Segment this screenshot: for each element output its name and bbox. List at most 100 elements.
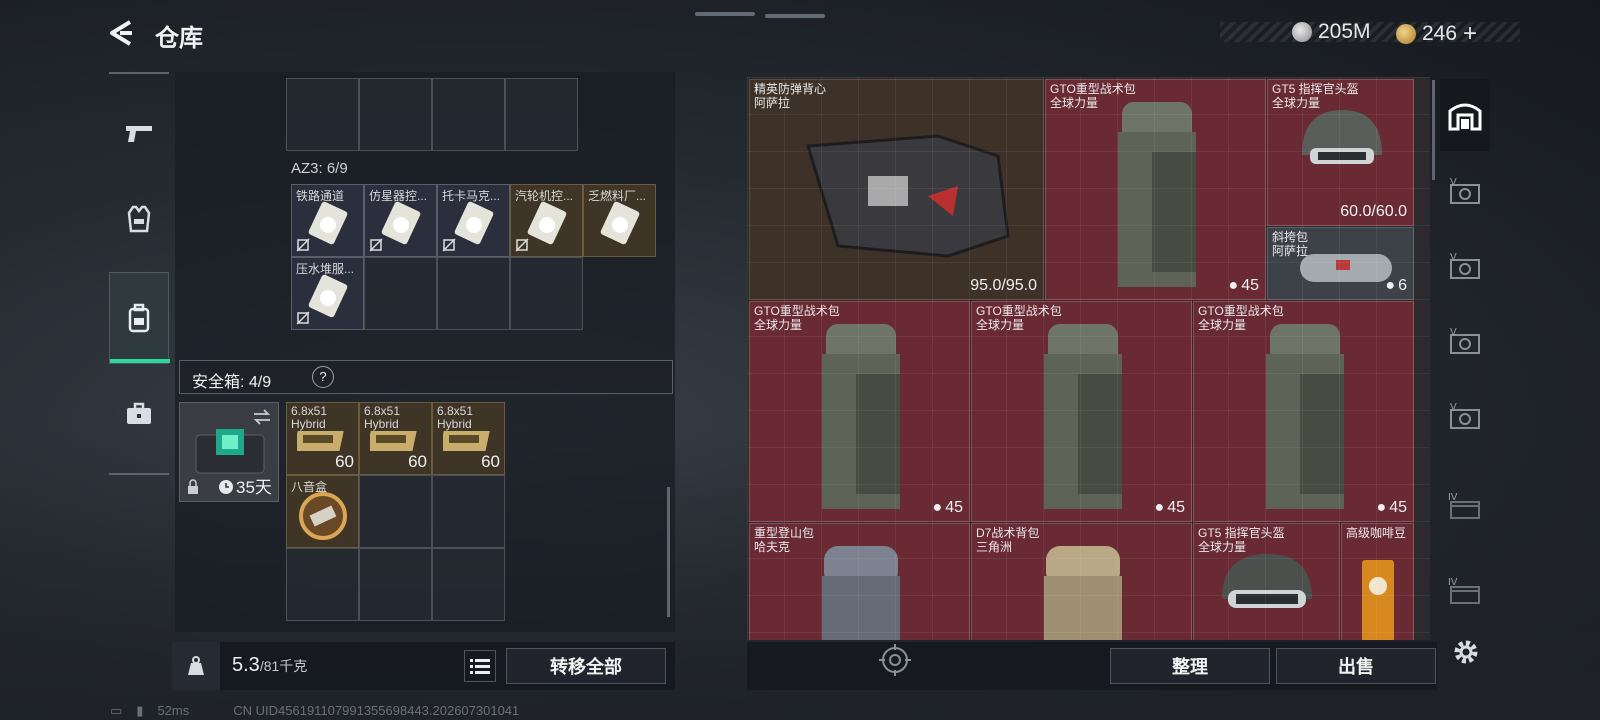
help-button[interactable]: ? — [312, 366, 334, 388]
storage-item-backpack[interactable]: D7战术背包 三角洲 — [971, 523, 1192, 640]
music-box-icon — [299, 492, 347, 540]
storage-item-backpack[interactable]: GTO重型战术包 全球力量 ● 45 — [1193, 301, 1414, 522]
empty-slot[interactable] — [359, 548, 432, 621]
music-box-item[interactable]: 八音盒 — [286, 475, 359, 548]
stash-iv-button[interactable]: IV — [1440, 557, 1490, 629]
empty-slot[interactable] — [432, 548, 505, 621]
weight-icon — [188, 656, 204, 675]
empty-slot[interactable] — [286, 548, 359, 621]
backpack-footer: 5.3/81千克 转移全部 — [172, 642, 675, 690]
item-durability: 60.0/60.0 — [1340, 203, 1407, 220]
storage-item-backpack[interactable]: GTO重型战术包 全球力量 ● 45 — [1045, 79, 1266, 300]
keycard-icon — [454, 201, 494, 245]
item-name: D7战术背包 三角洲 — [976, 526, 1040, 554]
item-count: 60 — [408, 452, 427, 471]
left-tab-rail — [109, 72, 170, 475]
empty-slot[interactable] — [505, 78, 578, 151]
empty-slot[interactable] — [510, 257, 583, 330]
storage-item-sling-bag[interactable]: 斜挎包 阿萨拉 ● 6 — [1267, 227, 1414, 300]
empty-slot[interactable] — [286, 78, 359, 151]
sell-button[interactable]: 出售 — [1276, 648, 1436, 684]
storage-item-helmet[interactable]: GT5 指挥官头盔 全球力量 60.0/60.0 — [1267, 79, 1414, 226]
storage-scrollbar[interactable] — [1432, 80, 1435, 180]
keycard-item[interactable]: 仿星器控... — [364, 184, 437, 257]
stash-iv-button[interactable]: IV — [1440, 472, 1490, 544]
weight-box — [172, 642, 220, 690]
storage-item-backpack[interactable]: GTO重型战术包 全球力量 ● 45 — [971, 301, 1192, 522]
ammo-box-icon — [370, 431, 417, 451]
status-bar: ▭ ▮ 52ms CN UID456191107991355698443.202… — [110, 703, 519, 719]
backpack-panel: AZ3: 6/9 铁路通道 仿星器控... 托卡马克... 汽轮机控... 乏燃… — [175, 72, 675, 632]
stash-v-button[interactable]: V — [1440, 157, 1490, 229]
safe-box-label: 安全箱: 4/9 — [192, 374, 272, 391]
add-currency-button[interactable]: + — [1463, 20, 1477, 48]
coffee-bag-icon — [1362, 560, 1394, 640]
empty-slot[interactable] — [359, 475, 432, 548]
stash-main-button[interactable] — [1440, 79, 1490, 151]
item-count: ● 45 — [1376, 499, 1407, 516]
storage-item-backpack[interactable]: GTO重型战术包 全球力量 ● 45 — [749, 301, 970, 522]
no-trade-icon — [369, 238, 383, 252]
empty-slot[interactable] — [437, 257, 510, 330]
empty-slot[interactable] — [432, 475, 505, 548]
sling-bag-icon — [1300, 254, 1392, 282]
lock-icon — [188, 479, 198, 494]
settings-button[interactable] — [1450, 636, 1482, 668]
backpack-scrollbar[interactable] — [667, 487, 670, 617]
target-button[interactable] — [877, 642, 913, 678]
back-button[interactable] — [106, 16, 140, 50]
weight-bag-icon: ● — [1385, 277, 1396, 294]
keycard-icon — [527, 201, 567, 245]
item-name: 精英防弹背心 阿萨拉 — [754, 82, 827, 110]
helmet-icon — [1302, 110, 1382, 164]
currency-silver: 205M — [1292, 20, 1371, 44]
transfer-all-button[interactable]: 转移全部 — [506, 648, 666, 684]
storage-home-icon — [1448, 103, 1482, 131]
storage-item-helmet[interactable]: GT5 指挥官头盔 全球力量 — [1193, 523, 1340, 640]
stash-tier-label: V — [1450, 177, 1457, 188]
list-view-button[interactable] — [464, 650, 496, 682]
no-trade-icon — [442, 238, 456, 252]
swap-icon[interactable] — [252, 409, 272, 425]
ammo-item[interactable]: 6.8x51 Hybrid 60 — [359, 402, 432, 475]
keycard-item[interactable]: 乏燃料厂... — [583, 184, 656, 257]
safe-box-container[interactable]: 35天 — [179, 402, 279, 502]
currency-gold[interactable]: 246 + — [1396, 20, 1477, 48]
storage-item-backpack[interactable]: 重型登山包 哈夫克 — [749, 523, 970, 640]
item-count: ● 45 — [932, 499, 963, 516]
tab-armor[interactable] — [109, 179, 169, 259]
keycard-item[interactable]: 压水堆服... — [291, 257, 364, 330]
storage-item-coffee[interactable]: 高级咖啡豆 — [1341, 523, 1414, 640]
keycard-item[interactable]: 托卡马克... — [437, 184, 510, 257]
ammo-item[interactable]: 6.8x51 Hybrid 60 — [432, 402, 505, 475]
briefcase-icon — [127, 402, 151, 424]
stash-v-button[interactable]: V — [1440, 382, 1490, 454]
storage-item-vest[interactable]: 精英防弹背心 阿萨拉 95.0/95.0 — [749, 79, 1044, 300]
vest-icon — [127, 205, 151, 233]
mountain-backpack-icon — [822, 546, 900, 640]
currency-silver-value: 205M — [1318, 20, 1371, 43]
item-count: 60 — [481, 452, 500, 471]
sort-button[interactable]: 整理 — [1110, 648, 1270, 684]
stash-v-button[interactable]: V — [1440, 307, 1490, 379]
keycard-item[interactable]: 汽轮机控... — [510, 184, 583, 257]
ping-readout: 52ms — [157, 703, 190, 718]
safe-box-duration: 35天 — [236, 478, 272, 497]
keycard-item[interactable]: 铁路通道 — [291, 184, 364, 257]
pistol-icon — [126, 126, 152, 142]
stash-tier-label: V — [1450, 252, 1457, 263]
keycard-icon — [381, 201, 421, 245]
stash-tier-label: V — [1450, 402, 1457, 413]
tab-backpack[interactable] — [109, 272, 170, 364]
empty-slot[interactable] — [364, 257, 437, 330]
stash-v-button[interactable]: V — [1440, 232, 1490, 304]
tab-weapons[interactable] — [109, 94, 169, 174]
empty-slot[interactable] — [359, 78, 432, 151]
armor-vest-icon — [806, 134, 1010, 258]
item-durability: 95.0/95.0 — [970, 277, 1037, 294]
backpack-section-label: AZ3: 6/9 — [291, 160, 348, 177]
empty-slot[interactable] — [432, 78, 505, 151]
ammo-item[interactable]: 6.8x51 Hybrid 60 — [286, 402, 359, 475]
weight-bag-icon: ● — [1154, 499, 1165, 516]
tab-case[interactable] — [109, 374, 169, 454]
